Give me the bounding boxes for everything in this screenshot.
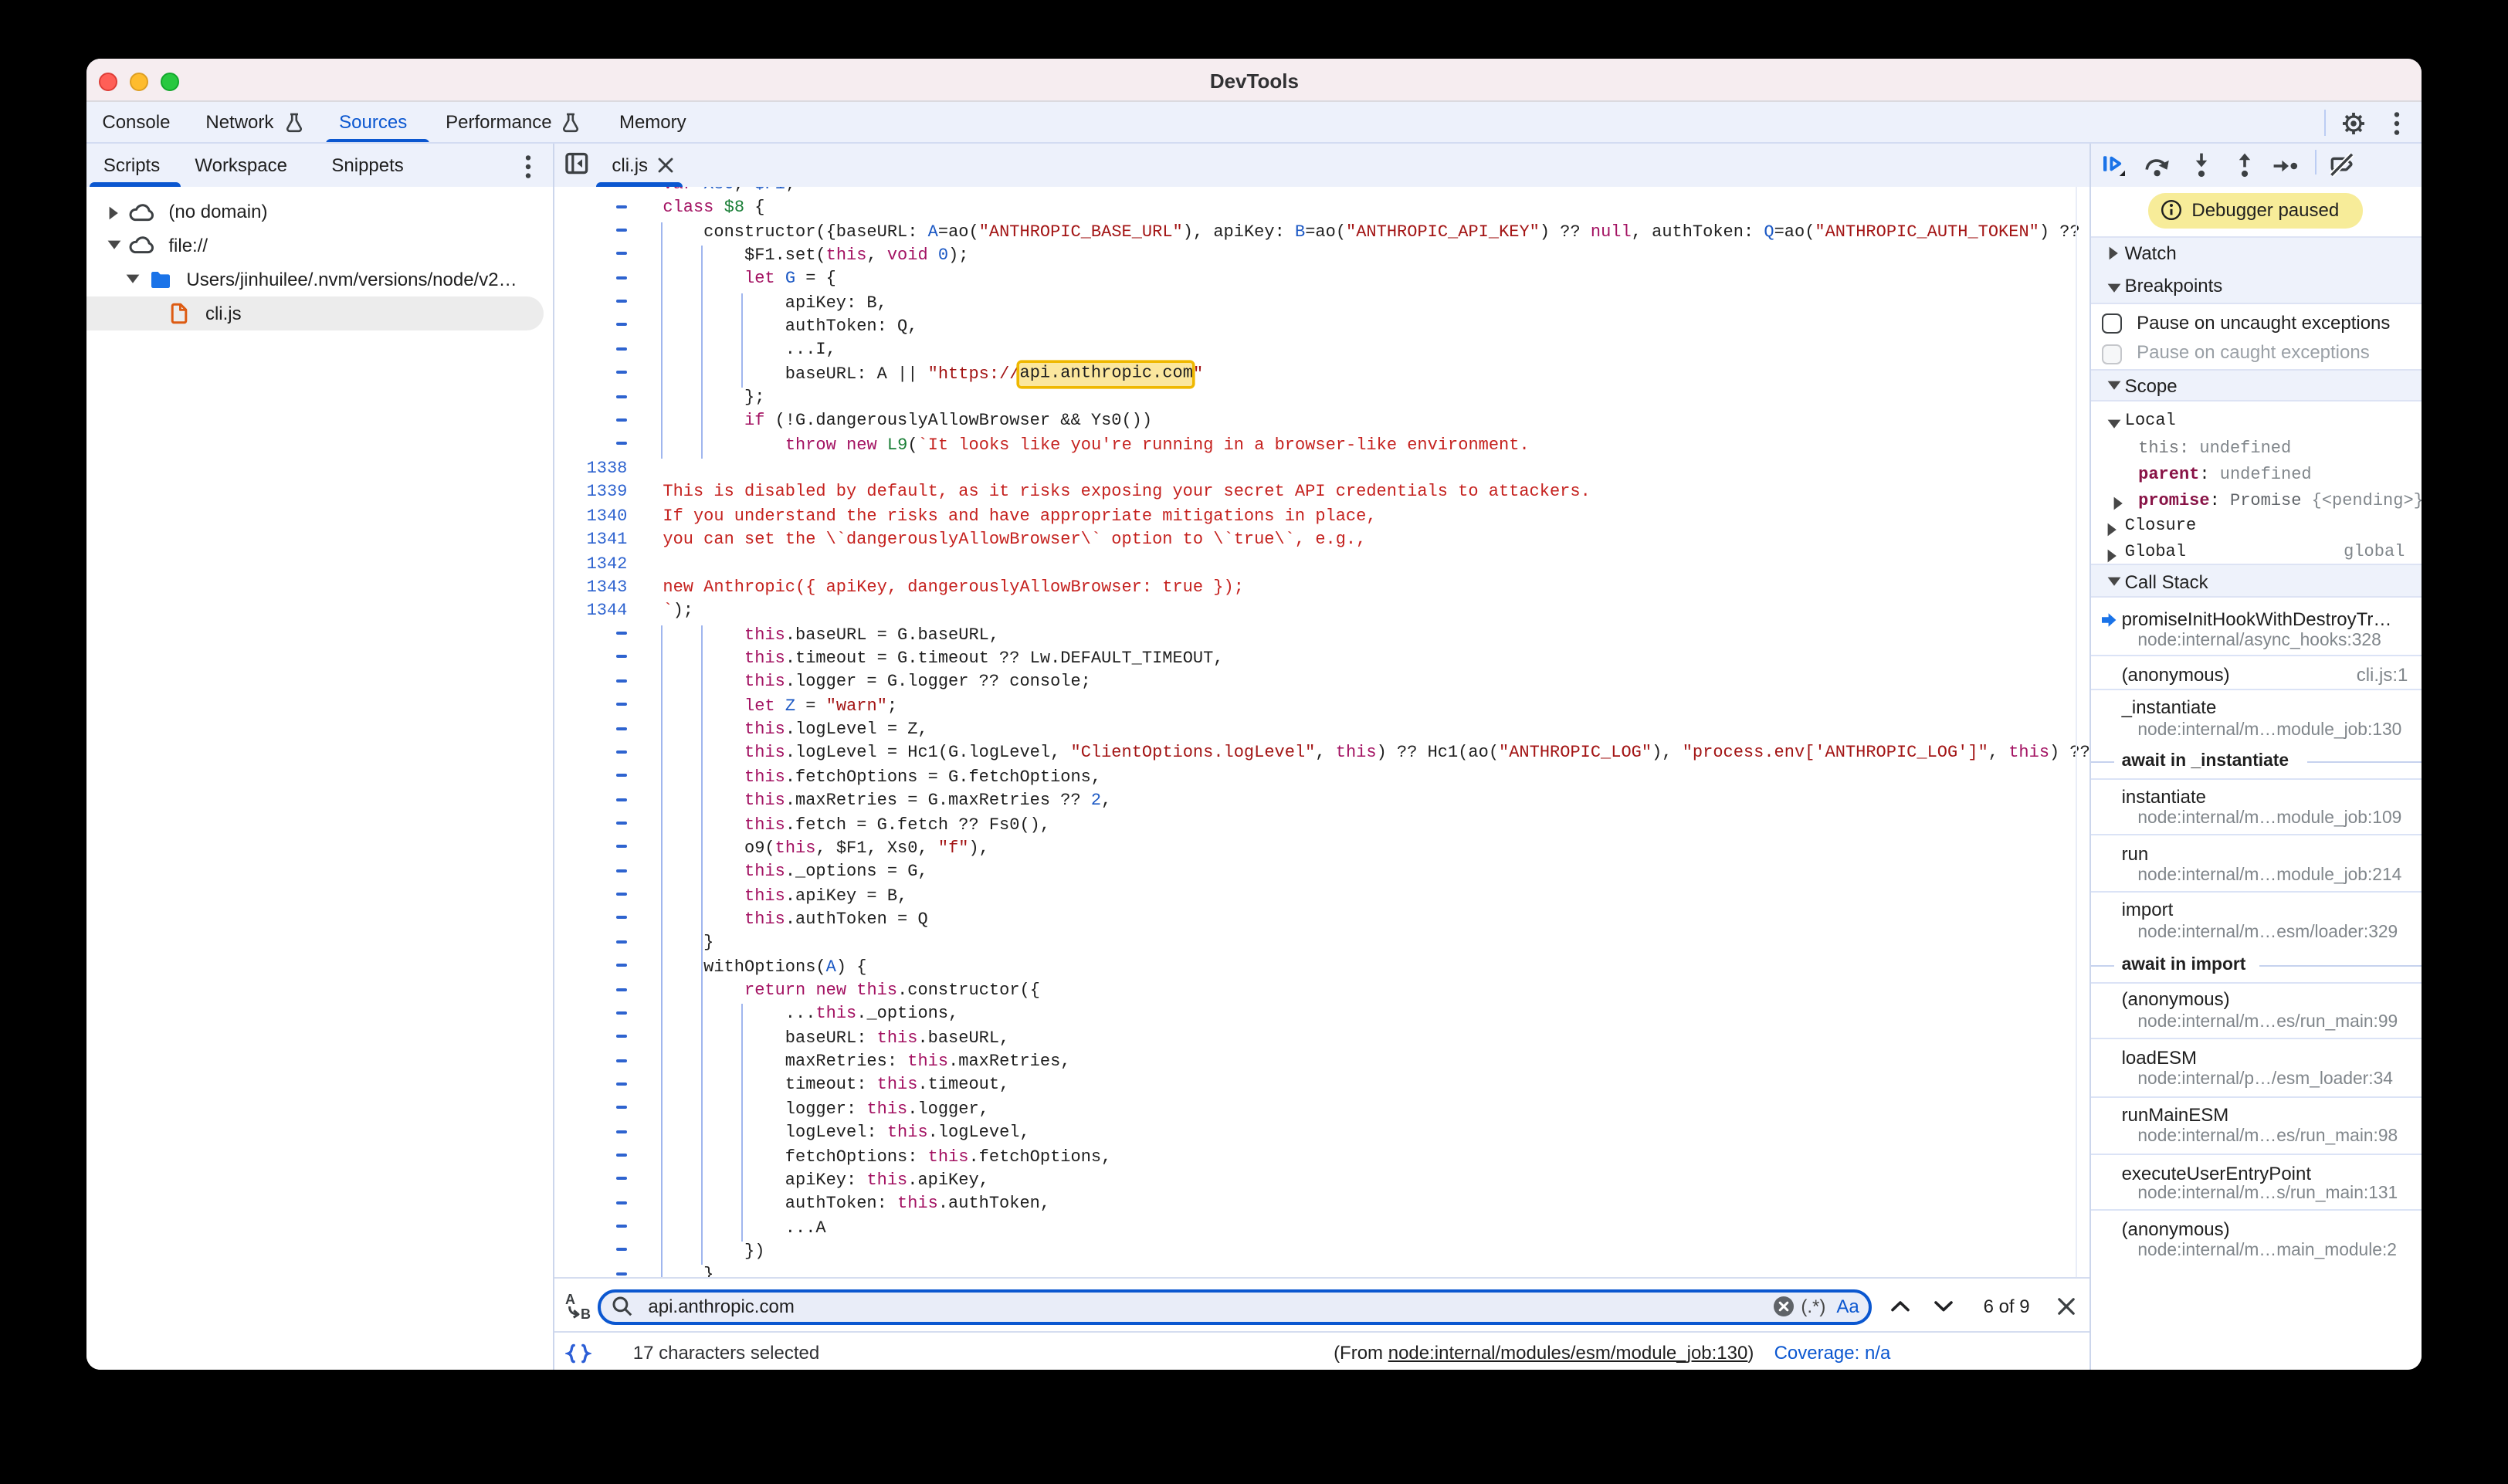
svg-text:B: B [581, 1307, 591, 1321]
svg-text:A: A [565, 1293, 575, 1308]
